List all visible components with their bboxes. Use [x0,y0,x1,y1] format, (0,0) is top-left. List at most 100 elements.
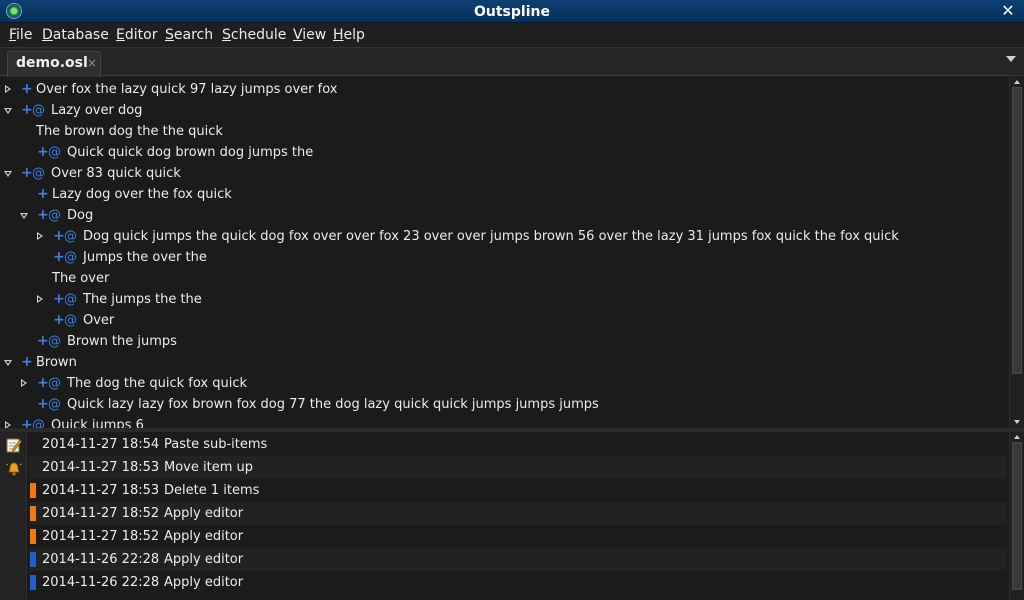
history-row[interactable]: 2014-11-27 18:54 Paste sub-items [29,433,1007,456]
menu-database[interactable]: Database [42,27,109,43]
scroll-up-icon[interactable] [1014,435,1020,439]
tree-item-text: The over [52,271,110,286]
outline-tree[interactable]: + Over fox the lazy quick 97 lazy jumps o… [0,77,1008,428]
item-alarm-icon: @ [32,166,45,181]
tree-item-text: Jumps the over the [83,250,207,265]
tree-item-text: Over 83 quick quick [51,166,181,181]
menu-view[interactable]: View [293,27,326,43]
history-action: Paste sub-items [164,437,268,452]
close-window-button[interactable]: ✕ [1000,1,1016,21]
menu-help[interactable]: Help [333,27,365,43]
expander-expanded-icon[interactable] [4,163,14,184]
menu-label: chedule [230,27,287,43]
expander-collapsed-icon[interactable] [20,373,30,394]
tree-item[interactable]: + @ Dog [0,205,1008,226]
menu-mnemonic: F [9,27,17,43]
history-row[interactable]: 2014-11-26 22:28 Apply editor [29,571,1007,594]
tree-item[interactable]: The brown dog the the quick [0,121,1008,142]
expander-expanded-icon[interactable] [20,205,30,226]
tab-demo-osl[interactable]: demo.osl × [7,51,101,77]
window-title: Outspline [474,4,550,20]
history-timestamp: 2014-11-27 18:53 [42,460,160,475]
tree-item-text: Quick lazy lazy fox brown fox dog 77 the… [67,397,599,412]
tree-item[interactable]: + @ Quick jumps 6 [0,415,1008,428]
item-plus-icon: + [21,102,33,118]
menu-schedule[interactable]: Schedule [222,27,286,43]
tree-scrollbar[interactable] [1009,77,1024,428]
tree-item-text: Over [83,313,115,328]
item-plus-icon: + [37,396,49,412]
tree-item[interactable]: + @ Quick lazy lazy fox brown fox dog 77 t… [0,394,1008,415]
item-alarm-icon: @ [48,376,61,391]
expander-expanded-icon[interactable] [4,352,14,373]
tree-item[interactable]: + Over fox the lazy quick 97 lazy jumps o… [0,79,1008,100]
tree-item[interactable]: + @ Dog quick jumps the quick dog fox over… [0,226,1008,247]
item-alarm-icon: @ [32,103,45,118]
item-plus-icon: + [21,354,33,370]
history-pane: 2014-11-27 18:54 Paste sub-items 2014-11-2… [0,432,1024,600]
history-row[interactable]: 2014-11-27 18:53 Delete 1 items [29,479,1007,502]
menu-editor[interactable]: Editor [116,27,157,43]
bell-alarm-icon[interactable] [6,461,22,477]
item-alarm-icon: @ [64,250,77,265]
tree-item[interactable]: + @ Brown the jumps [0,331,1008,352]
scrollbar-thumb[interactable] [1012,87,1022,374]
tree-item[interactable]: + Lazy dog over the fox quick [0,184,1008,205]
tree-item-text: Dog [67,208,94,223]
history-action: Apply editor [164,529,244,544]
expander-collapsed-icon[interactable] [36,226,46,247]
tree-item-text: Brown [36,355,77,370]
tree-item-text: Brown the jumps [67,334,177,349]
menu-mnemonic: S [222,27,231,43]
history-row[interactable]: 2014-11-27 18:53 Move item up [29,456,1007,479]
tree-item-text: Lazy over dog [51,103,143,118]
item-alarm-icon: @ [32,418,45,428]
history-sidebar [0,432,27,600]
menu-mnemonic: E [116,27,125,43]
tree-item-text: Over fox the lazy quick 97 lazy jumps ov… [36,82,338,97]
tree-item-text: Dog quick jumps the quick dog fox over o… [83,229,899,244]
history-status-marker [30,552,36,567]
tab-list-dropdown-icon[interactable] [1006,56,1016,62]
item-plus-icon: + [37,207,49,223]
item-alarm-icon: @ [64,229,77,244]
item-alarm-icon: @ [48,397,61,412]
history-timestamp: 2014-11-27 18:53 [42,483,160,498]
item-plus-icon: + [21,165,33,181]
menu-mnemonic: V [293,27,303,43]
scroll-up-icon[interactable] [1014,80,1020,84]
tree-item[interactable]: + @ The jumps the the [0,289,1008,310]
tree-item[interactable]: + @ Jumps the over the [0,247,1008,268]
tree-item[interactable]: + @ Quick quick dog brown dog jumps the [0,142,1008,163]
history-row[interactable]: 2014-11-26 22:28 Apply editor [29,548,1007,571]
scrollbar-thumb[interactable] [1012,442,1022,590]
history-row[interactable]: 2014-11-27 18:52 Apply editor [29,525,1007,548]
history-scrollbar[interactable] [1009,432,1024,600]
history-timestamp: 2014-11-26 22:28 [42,552,160,567]
tree-item-text: Quick jumps 6 [51,418,144,428]
item-plus-icon: + [53,228,65,244]
expander-collapsed-icon[interactable] [36,289,46,310]
item-alarm-icon: @ [48,145,61,160]
history-row[interactable]: 2014-11-27 18:52 Apply editor [29,502,1007,525]
history-timestamp: 2014-11-27 18:54 [42,437,160,452]
edit-history-icon[interactable] [6,437,22,453]
tree-item-text: The brown dog the the quick [36,124,223,139]
expander-expanded-icon[interactable] [4,100,14,121]
tree-item[interactable]: + @ Lazy over dog [0,100,1008,121]
history-action: Apply editor [164,552,244,567]
expander-collapsed-icon[interactable] [4,415,14,428]
tab-close-icon[interactable]: × [87,56,97,70]
expander-collapsed-icon[interactable] [4,79,14,100]
item-alarm-icon: @ [48,208,61,223]
tree-item[interactable]: + @ Over [0,310,1008,331]
scroll-down-icon[interactable] [1014,420,1020,424]
tree-item[interactable]: + Brown [0,352,1008,373]
item-alarm-icon: @ [48,334,61,349]
menu-search[interactable]: Search [165,27,213,43]
menu-file[interactable]: File [9,27,32,43]
tree-item[interactable]: + @ The dog the quick fox quick [0,373,1008,394]
history-action: Delete 1 items [164,483,260,498]
tree-item[interactable]: + @ Over 83 quick quick [0,163,1008,184]
tree-item[interactable]: The over [0,268,1008,289]
